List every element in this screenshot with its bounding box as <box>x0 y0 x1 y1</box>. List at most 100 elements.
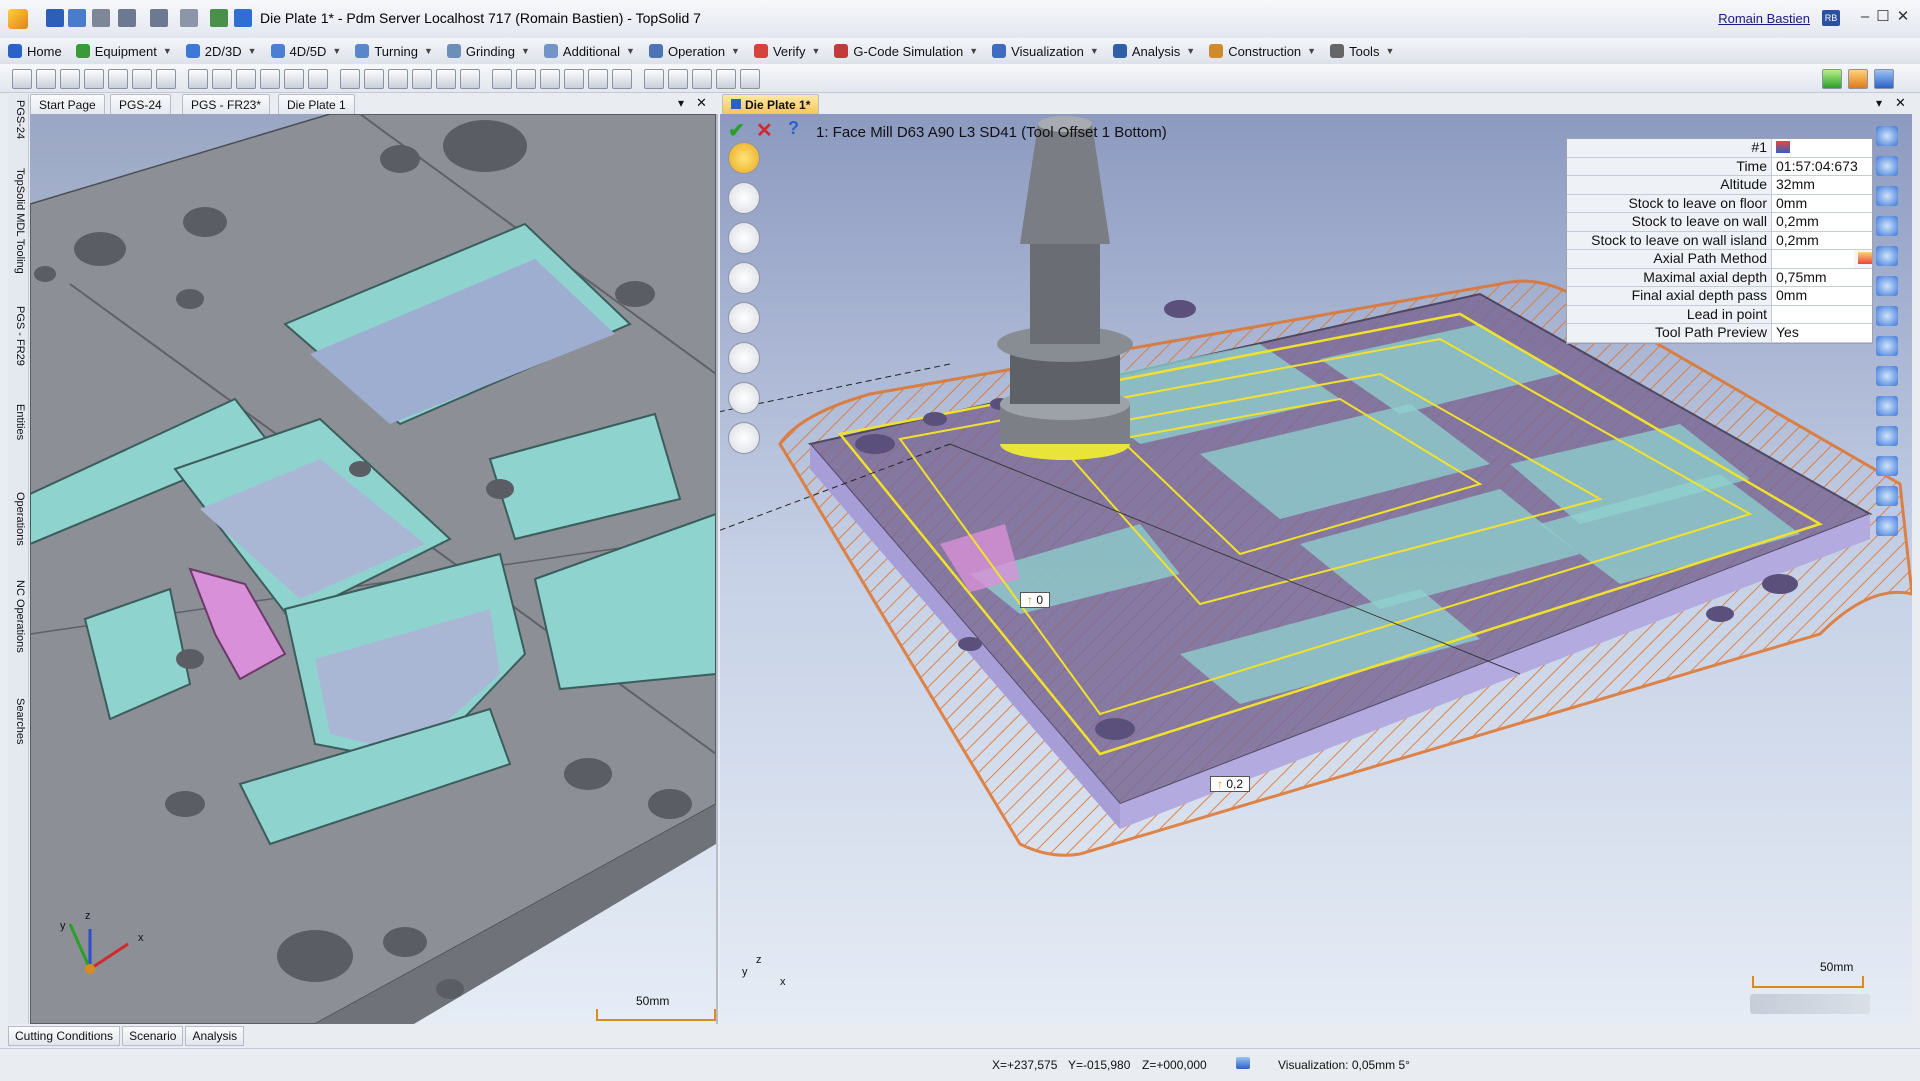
tool-orange-icon[interactable] <box>1848 69 1868 89</box>
drilling-icon[interactable] <box>132 69 152 89</box>
property-value[interactable] <box>1772 250 1854 268</box>
pin-icon[interactable] <box>234 9 252 27</box>
flowline-icon[interactable] <box>588 69 608 89</box>
property-row[interactable]: Maximal axial depth 0,75mm <box>1567 268 1872 287</box>
property-value[interactable]: 0mm <box>1772 194 1872 212</box>
property-value[interactable]: 0mm <box>1772 287 1872 305</box>
favorite-star-icon[interactable] <box>728 142 760 174</box>
helix-icon[interactable] <box>284 69 304 89</box>
maximize-icon[interactable]: ☐ <box>1872 8 1894 26</box>
menu-additional[interactable]: Additional ▼ <box>536 40 641 62</box>
bottom-tab-analysis[interactable]: Analysis <box>185 1026 245 1046</box>
property-value[interactable]: 0,75mm <box>1772 268 1872 286</box>
property-row[interactable]: Stock to leave on wall 0,2mm <box>1567 213 1872 232</box>
chevron-down-icon[interactable]: ▼ <box>1307 46 1316 56</box>
property-value[interactable]: Yes <box>1772 324 1872 342</box>
property-row[interactable]: Final axial depth pass 0mm <box>1567 287 1872 306</box>
chevron-down-icon[interactable]: ▼ <box>332 46 341 56</box>
chamfer-icon[interactable] <box>156 69 176 89</box>
ruler-icon[interactable] <box>1876 516 1898 536</box>
user-avatar[interactable]: RB <box>1822 10 1840 26</box>
property-value[interactable]: 0,2mm <box>1772 213 1872 231</box>
left-tabs-dropdown-icon[interactable]: ▾ <box>678 96 684 110</box>
measure-icon[interactable] <box>1876 186 1898 206</box>
menu-turning[interactable]: Turning ▼ <box>347 40 439 62</box>
pen-icon[interactable] <box>1876 456 1898 476</box>
engraving-icon[interactable] <box>308 69 328 89</box>
menu-construction[interactable]: Construction ▼ <box>1201 40 1322 62</box>
cancel-icon[interactable]: ✕ <box>756 118 773 143</box>
search-icon[interactable] <box>1876 306 1898 326</box>
chevron-down-icon[interactable]: ▼ <box>1090 46 1099 56</box>
slot-icon[interactable] <box>212 69 232 89</box>
left-3d-viewport[interactable]: x y z 50mm <box>30 114 718 1024</box>
surfacing-icon[interactable] <box>236 69 256 89</box>
property-row[interactable]: Lead in point <box>1567 305 1872 324</box>
tapping-icon[interactable] <box>340 69 360 89</box>
chevron-down-icon[interactable]: ▼ <box>248 46 257 56</box>
right-tabs-dropdown-icon[interactable]: ▾ <box>1876 96 1882 110</box>
deburr-icon[interactable] <box>692 69 712 89</box>
section-icon[interactable] <box>1876 426 1898 446</box>
menu-4d-5d[interactable]: 4D/5D ▼ <box>263 40 348 62</box>
scallop-icon[interactable] <box>540 69 560 89</box>
refresh-icon[interactable] <box>210 9 228 27</box>
chevron-down-icon[interactable]: ▼ <box>163 46 172 56</box>
menu-operation[interactable]: Operation ▼ <box>641 40 746 62</box>
gear-icon[interactable] <box>728 382 760 414</box>
chevron-down-icon[interactable]: ▼ <box>1385 46 1394 56</box>
side-tab-searches[interactable]: Searches <box>10 698 26 744</box>
side-tab-entities[interactable]: Entities <box>10 404 26 440</box>
hidden-icon[interactable] <box>1876 486 1898 506</box>
tab-start-page[interactable]: Start Page <box>30 94 105 115</box>
axial-path-method-icon[interactable] <box>1858 252 1872 264</box>
help-icon[interactable]: ? <box>788 118 799 139</box>
side-tab-nc-operations[interactable]: NC Operations <box>10 580 26 653</box>
layout-icon[interactable] <box>1876 246 1898 266</box>
morph-icon[interactable] <box>612 69 632 89</box>
sync-icon[interactable] <box>1822 69 1842 89</box>
zlevel-icon[interactable] <box>492 69 512 89</box>
radial-icon[interactable] <box>564 69 584 89</box>
stock-tag[interactable]: ↑ 0,2 <box>1210 776 1251 792</box>
tab-die-plate-1[interactable]: Die Plate 1 <box>278 94 355 115</box>
links-icon[interactable] <box>728 342 760 374</box>
menu-home[interactable]: Home <box>0 40 68 62</box>
reaming-icon[interactable] <box>388 69 408 89</box>
property-row[interactable]: Tool Path Preview Yes <box>1567 324 1872 343</box>
bottom-tab-scenario[interactable]: Scenario <box>122 1026 184 1046</box>
tab-pgs-24[interactable]: PGS-24 <box>110 94 171 115</box>
bottom-tab-cutting-conditions[interactable]: Cutting Conditions <box>8 1026 121 1046</box>
tab-pgs-fr23[interactable]: PGS - FR23* <box>182 94 271 115</box>
contour-icon[interactable] <box>60 69 80 89</box>
menu-verify[interactable]: Verify ▼ <box>746 40 826 62</box>
save-all-icon[interactable] <box>68 9 86 27</box>
trochoidal-icon[interactable] <box>436 69 456 89</box>
spiral-icon[interactable] <box>460 69 480 89</box>
corner-icon[interactable] <box>668 69 688 89</box>
probe-icon[interactable] <box>716 69 736 89</box>
side-tab-pgs-24[interactable]: PGS-24 <box>10 100 26 139</box>
right-view-close-icon[interactable]: ✕ <box>1895 95 1906 111</box>
tab-die-plate-active[interactable]: Die Plate 1* <box>722 94 820 115</box>
menu-visualization[interactable]: Visualization ▼ <box>984 40 1105 62</box>
navigate-icon[interactable] <box>1876 156 1898 176</box>
chevron-down-icon[interactable]: ▼ <box>969 46 978 56</box>
menu-g-code-simulation[interactable]: G-Code Simulation ▼ <box>826 40 984 62</box>
shaded-icon[interactable] <box>1876 336 1898 356</box>
crosshair-icon[interactable] <box>1876 126 1898 146</box>
depth-tag[interactable]: ↑ 0 <box>1020 592 1051 608</box>
redo-icon[interactable] <box>150 9 168 27</box>
visualization-settings-icon[interactable] <box>1236 1057 1250 1069</box>
property-row[interactable]: Axial Path Method <box>1567 250 1872 269</box>
view-cube-icons[interactable] <box>1750 994 1870 1014</box>
thread-icon[interactable] <box>188 69 208 89</box>
stock-icon[interactable] <box>728 302 760 334</box>
rest-material-icon[interactable] <box>260 69 280 89</box>
side-tab-operations[interactable]: Operations <box>10 492 26 546</box>
plunge-icon[interactable] <box>412 69 432 89</box>
menu-analysis[interactable]: Analysis ▼ <box>1105 40 1201 62</box>
flip-icon[interactable] <box>1876 216 1898 236</box>
profile-icon[interactable] <box>108 69 128 89</box>
menu-equipment[interactable]: Equipment ▼ <box>68 40 178 62</box>
